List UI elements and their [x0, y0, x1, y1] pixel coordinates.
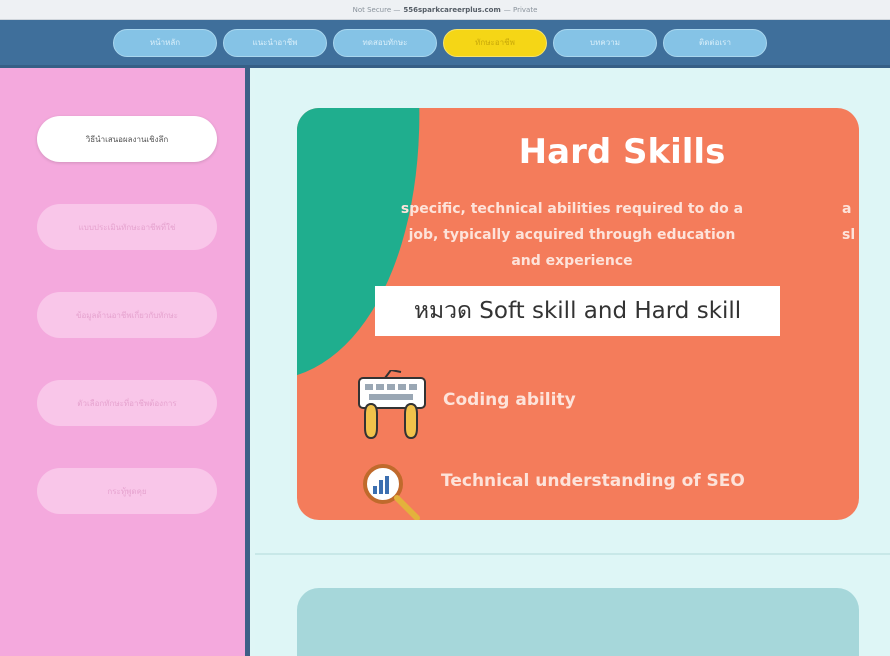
skill-label-coding: Coding ability: [443, 390, 576, 410]
browser-address-bar[interactable]: Not Secure — 556sparkcareerplus.com — Pr…: [0, 0, 890, 20]
url-domain: 556sparkcareerplus.com: [403, 5, 501, 14]
magnifier-chart-icon: [359, 460, 429, 520]
sidebar: วิธีนำเสนอผลงานเชิงลึก แบบประเมินทักษะอา…: [0, 68, 250, 656]
sidebar-item-skill-options[interactable]: ตัวเลือกทักษะที่อาชีพต้องการ: [37, 380, 217, 426]
skill-label-seo: Technical understanding of SEO: [441, 471, 745, 491]
sidebar-item-forum[interactable]: กระทู้พูดคุย: [37, 468, 217, 514]
nav-tab-career-skills[interactable]: ทักษะอาชีพ: [443, 28, 547, 57]
nav-tab-home[interactable]: หน้าหลัก: [113, 28, 217, 57]
nav-tab-skill-test[interactable]: ทดสอบทักษะ: [333, 28, 437, 57]
skill-item-coding: Coding ability: [355, 368, 576, 450]
top-navigation: หน้าหลัก แนะนำอาชีพ ทดสอบทักษะ ทักษะอาชี…: [0, 20, 890, 68]
hands-keyboard-icon: [355, 368, 429, 450]
hard-skills-card: Hard Skills specific, technical abilitie…: [297, 108, 859, 520]
card-title: Hard Skills: [518, 132, 726, 172]
nav-tab-articles[interactable]: บทความ: [553, 28, 657, 57]
url-prefix: Not Secure —: [352, 5, 401, 14]
sidebar-item-assessment[interactable]: แบบประเมินทักษะอาชีพที่ใช่: [37, 204, 217, 250]
edge-text-line-2: sl: [842, 227, 856, 243]
card-description: specific, technical abilities required t…: [400, 201, 744, 269]
sidebar-item-presentation[interactable]: วิธีนำเสนอผลงานเชิงลึก: [37, 116, 217, 162]
skill-item-seo: Technical understanding of SEO: [359, 460, 745, 520]
nav-tab-contact[interactable]: ติดต่อเรา: [663, 28, 767, 57]
next-card: [297, 588, 859, 656]
main-content[interactable]: Hard Skills specific, technical abilitie…: [255, 68, 890, 656]
edge-text-line-1: a: [842, 201, 852, 217]
section-divider: [255, 553, 890, 555]
nav-tab-career-guide[interactable]: แนะนำอาชีพ: [223, 28, 327, 57]
card-edge-text: a sl: [842, 196, 859, 248]
category-label: หมวด Soft skill and Hard skill: [375, 286, 780, 336]
sidebar-item-career-info[interactable]: ข้อมูลด้านอาชีพเกี่ยวกับทักษะ: [37, 292, 217, 338]
url-suffix: — Private: [503, 5, 538, 14]
